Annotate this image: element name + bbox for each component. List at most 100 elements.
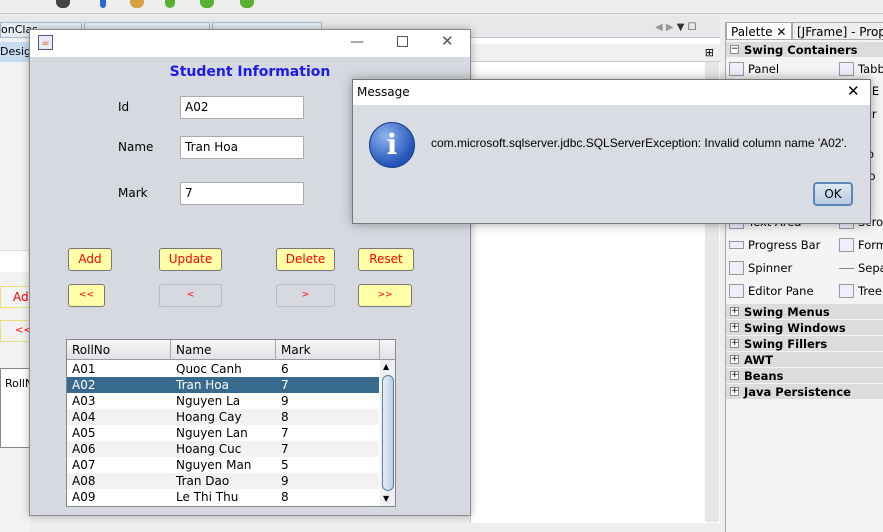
table-cell: A09: [72, 490, 96, 504]
table-cell: 8: [281, 490, 289, 504]
message-dialog: Message ✕ i com.microsoft.sqlserver.jdbc…: [352, 79, 871, 224]
table-cell: 7: [281, 426, 289, 440]
table-cell: Nguyen Man: [176, 458, 252, 472]
expand-icon: ⊞: [704, 46, 714, 59]
table-row[interactable]: A08 Tran Dao 9: [67, 473, 379, 489]
scroll-up-icon[interactable]: ▲: [383, 362, 389, 371]
close-icon[interactable]: ✕: [441, 32, 454, 50]
last-button[interactable]: >>: [358, 284, 412, 307]
dialog-message: com.microsoft.sqlserver.jdbc.SQLServerEx…: [431, 136, 848, 150]
palette-category[interactable]: + Java Persistence: [726, 384, 883, 400]
next-button[interactable]: >: [276, 284, 335, 307]
table-cell: 5: [281, 458, 289, 472]
palette-item-tabbed[interactable]: Tabbe: [836, 58, 883, 80]
table-header: RollNo Name Mark: [67, 340, 395, 360]
palette-item-spinner[interactable]: Spinner: [726, 257, 792, 279]
page-title: Student Information: [169, 64, 331, 80]
scroll-down-icon[interactable]: ▼: [383, 494, 389, 503]
table-cell: Tran Dao: [176, 474, 230, 488]
table-cell: 9: [281, 474, 289, 488]
window-titlebar: ☕ — ✕: [30, 30, 470, 57]
table-scrollbar[interactable]: ▲ ▼: [380, 360, 395, 506]
tab-nav-icons[interactable]: ◀ ▶ ▼ ☐: [655, 22, 697, 33]
table-row[interactable]: A05 Nguyen Lan 7: [67, 425, 379, 441]
table-cell: A07: [72, 458, 96, 472]
table-cell: 7: [281, 378, 289, 392]
table-cell: 6: [281, 362, 289, 376]
palette-category[interactable]: + Beans: [726, 368, 883, 384]
table-cell: A03: [72, 394, 96, 408]
table-cell: Nguyen La: [176, 394, 241, 408]
toolbar-icon[interactable]: [100, 0, 106, 8]
table-row[interactable]: A09 Le Thi Thu 8: [67, 489, 379, 505]
table-row[interactable]: A04 Hoang Cay 8: [67, 409, 379, 425]
ide-left-panel: Desig Add << RollN: [0, 38, 36, 532]
add-button[interactable]: Add: [68, 248, 112, 271]
palette-item-tree[interactable]: Tree: [836, 280, 882, 302]
id-label: Id: [118, 100, 130, 114]
table-row[interactable]: A06 Hoang Cuc 7: [67, 441, 379, 457]
debug-icon[interactable]: [200, 0, 214, 8]
palette-category[interactable]: + AWT: [726, 352, 883, 368]
table-row[interactable]: A02 Tran Hoa 7: [67, 377, 379, 393]
name-field[interactable]: Tran Hoa: [180, 136, 304, 159]
name-label: Name: [118, 140, 154, 154]
profile-icon[interactable]: [240, 0, 254, 8]
toolbar-icon[interactable]: [130, 0, 144, 8]
table-row[interactable]: A01 Quoc Canh 6: [67, 361, 379, 377]
palette-item-panel[interactable]: Panel: [726, 58, 779, 80]
palette-item-separator[interactable]: Separ: [836, 257, 883, 279]
palette-category[interactable]: + Swing Windows: [726, 320, 883, 336]
column-header[interactable]: Name: [171, 340, 276, 360]
close-icon: ✕: [776, 25, 787, 39]
table-cell: A08: [72, 474, 96, 488]
dialog-title: Message: [353, 80, 870, 105]
table-cell: Nguyen Lan: [176, 426, 248, 440]
table-cell: Quoc Canh: [176, 362, 242, 376]
ok-button[interactable]: OK: [813, 182, 853, 206]
table-cell: Hoang Cuc: [176, 442, 242, 456]
run-icon[interactable]: [165, 0, 175, 8]
maximize-icon[interactable]: [397, 36, 408, 47]
add-button-preview: Add: [0, 286, 36, 308]
table-row[interactable]: A03 Nguyen La 9: [67, 393, 379, 409]
tab-properties[interactable]: [JFrame] - Prope: [792, 22, 883, 40]
close-icon[interactable]: ✕: [847, 82, 860, 100]
delete-button[interactable]: Delete: [276, 248, 335, 271]
table-cell: 8: [281, 410, 289, 424]
update-button[interactable]: Update: [159, 248, 222, 271]
info-icon: i: [369, 122, 415, 168]
palette-item-progress-bar[interactable]: Progress Bar: [726, 234, 820, 256]
column-header[interactable]: Mark: [276, 340, 380, 360]
palette-category-swing-containers[interactable]: − Swing Containers: [726, 42, 883, 58]
scrollbar-thumb[interactable]: [382, 375, 394, 491]
id-field[interactable]: A02: [180, 96, 304, 119]
student-table: RollNo Name Mark A01 Quoc Canh 6 A02 Tran Ho…: [66, 339, 396, 507]
table-cell: A02: [72, 378, 96, 392]
reset-button[interactable]: Reset: [358, 248, 414, 271]
mark-field[interactable]: 7: [180, 182, 304, 205]
toolbar-icon[interactable]: [56, 0, 70, 8]
java-icon: ☕: [38, 35, 53, 50]
column-header[interactable]: RollNo: [67, 340, 171, 360]
table-cell: Hoang Cay: [176, 410, 242, 424]
table-cell: A01: [72, 362, 96, 376]
palette-category[interactable]: + Swing Fillers: [726, 336, 883, 352]
design-tab[interactable]: Desig: [0, 42, 31, 62]
editor-header: ⊞: [470, 44, 720, 62]
prev-button[interactable]: <: [159, 284, 222, 307]
table-cell: 9: [281, 394, 289, 408]
palette-category[interactable]: + Swing Menus: [726, 304, 883, 320]
table-cell: 7: [281, 442, 289, 456]
table-cell: Le Thi Thu: [176, 490, 239, 504]
tab-palette[interactable]: Palette ✕: [726, 22, 792, 40]
first-button[interactable]: <<: [68, 284, 105, 307]
table-preview: RollN: [0, 368, 33, 448]
table-cell: A04: [72, 410, 96, 424]
palette-item-editor-pane[interactable]: Editor Pane: [726, 280, 814, 302]
table-row[interactable]: A07 Nguyen Man 5: [67, 457, 379, 473]
first-button-preview: <<: [0, 320, 32, 342]
minimize-icon[interactable]: —: [350, 34, 364, 50]
palette-item-formatted[interactable]: Forma: [836, 234, 883, 256]
table-cell: A06: [72, 442, 96, 456]
